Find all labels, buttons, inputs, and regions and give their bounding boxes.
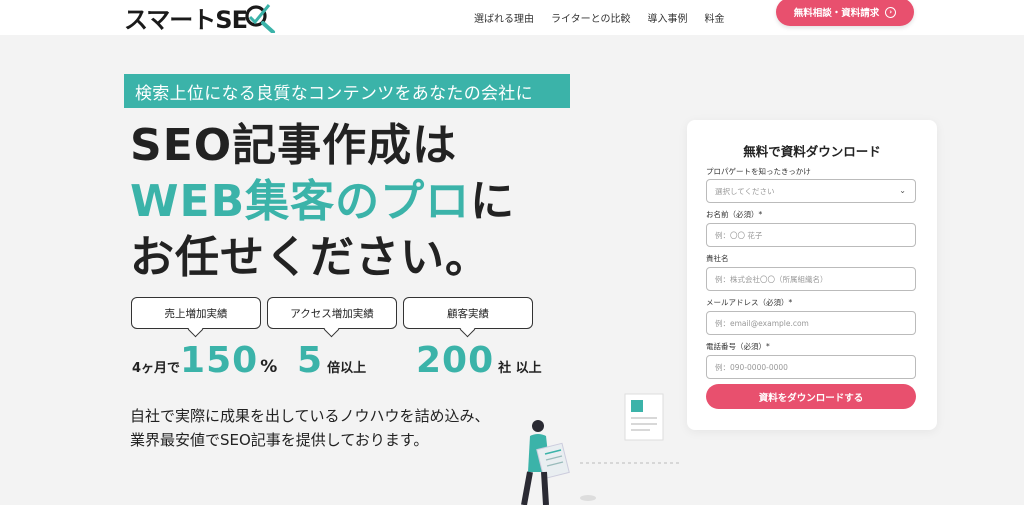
- source-select[interactable]: 選択してください ⌄: [706, 179, 916, 203]
- stat-label-access: アクセス増加実績: [267, 297, 397, 329]
- company-input[interactable]: 例：株式会社〇〇（所属組織名）: [706, 267, 916, 291]
- field-label-email: メールアドレス（必須）*: [706, 298, 793, 307]
- nav-item-reasons[interactable]: 選ばれる理由: [474, 10, 534, 25]
- nav-item-case-studies[interactable]: 導入事例: [648, 10, 688, 25]
- stat-number: 150: [180, 340, 259, 381]
- main-nav: 選ばれる理由 ライターとの比較 導入事例 料金: [474, 10, 742, 25]
- form-title: 無料で資料ダウンロード: [743, 144, 881, 159]
- cta-label: 無料相談・資料請求: [793, 8, 880, 19]
- download-submit-button[interactable]: 資料をダウンロードする: [706, 384, 916, 409]
- stat-label-text: 売上増加実績: [164, 307, 228, 320]
- stat-label-text: 顧客実績: [447, 307, 489, 320]
- phone-placeholder: 例：090-0000-0000: [715, 362, 788, 372]
- site-logo[interactable]: スマートSE: [124, 1, 277, 34]
- stat-value-sales: 4ヶ月で 150 %: [132, 340, 277, 381]
- person-with-document-illustration: [521, 393, 680, 505]
- stat-number: 5: [297, 340, 324, 381]
- stat-value-access: 5 倍以上: [297, 340, 366, 381]
- hero-description: 自社で実際に成果を出しているノウハウを詰め込み、 業界最安値でSEO記事を提供し…: [130, 404, 490, 452]
- headline-line-2-suffix: に: [470, 176, 516, 227]
- tagline-text: 検索上位になる良質なコンテンツをあなたの会社に: [135, 83, 533, 104]
- field-label-source: プロパゲートを知ったきっかけ: [706, 167, 811, 176]
- phone-input[interactable]: 例：090-0000-0000: [706, 355, 916, 379]
- stat-suffix: %: [260, 357, 278, 377]
- logo-text: スマートSE: [124, 5, 248, 34]
- chevron-down-icon: ⌄: [899, 186, 906, 195]
- hero-headline: SEO記事作成は WEB集客のプロに お任せください。: [130, 118, 515, 286]
- stat-suffix: 倍以上: [327, 361, 367, 376]
- nav-item-comparison[interactable]: ライターとの比較: [551, 10, 631, 25]
- stat-number: 200: [416, 340, 495, 381]
- stat-label-clients: 顧客実績: [403, 297, 533, 329]
- name-placeholder: 例：〇〇 花子: [715, 230, 763, 240]
- arrow-right-circle-icon: ›: [885, 6, 897, 18]
- company-placeholder: 例：株式会社〇〇（所属組織名）: [715, 274, 828, 284]
- submit-label: 資料をダウンロードする: [758, 392, 864, 404]
- email-input[interactable]: 例：email@example.com: [706, 311, 916, 335]
- site-header: スマートSE 選ばれる理由 ライターとの比較 導入事例 料金 無料相談・資料請求…: [0, 0, 1024, 35]
- headline-line-2: WEB集客のプロに: [130, 174, 515, 230]
- headline-line-3: お任せください。: [130, 232, 490, 283]
- description-line-1: 自社で実際に成果を出しているノウハウを詰め込み、: [130, 407, 490, 425]
- name-input[interactable]: 例：〇〇 花子: [706, 223, 916, 247]
- email-placeholder: 例：email@example.com: [715, 318, 809, 328]
- description-line-2: 業界最安値でSEO記事を提供しております。: [130, 431, 429, 449]
- download-form-card: 無料で資料ダウンロード プロパゲートを知ったきっかけ 選択してください ⌄ お名…: [687, 120, 937, 430]
- stat-label-sales: 売上増加実績: [131, 297, 261, 329]
- stat-prefix: 4ヶ月で: [132, 361, 181, 376]
- stat-label-text: アクセス増加実績: [290, 307, 374, 320]
- field-label-name: お名前（必須）*: [706, 210, 763, 219]
- field-label-company: 貴社名: [706, 254, 729, 263]
- headline-line-1: SEO記事作成は: [130, 120, 458, 171]
- stat-value-clients: 200 社 以上: [416, 340, 542, 381]
- stat-suffix: 社 以上: [498, 361, 542, 376]
- consultation-cta-button[interactable]: 無料相談・資料請求 ›: [776, 0, 914, 26]
- nav-item-pricing[interactable]: 料金: [705, 10, 725, 25]
- magnifier-check-logo-icon: [245, 4, 275, 33]
- hero-tagline: 検索上位になる良質なコンテンツをあなたの会社に: [124, 74, 570, 108]
- field-label-phone: 電話番号（必須）*: [706, 342, 770, 351]
- headline-accent: WEB集客のプロ: [130, 176, 471, 227]
- select-placeholder: 選択してください: [715, 186, 775, 196]
